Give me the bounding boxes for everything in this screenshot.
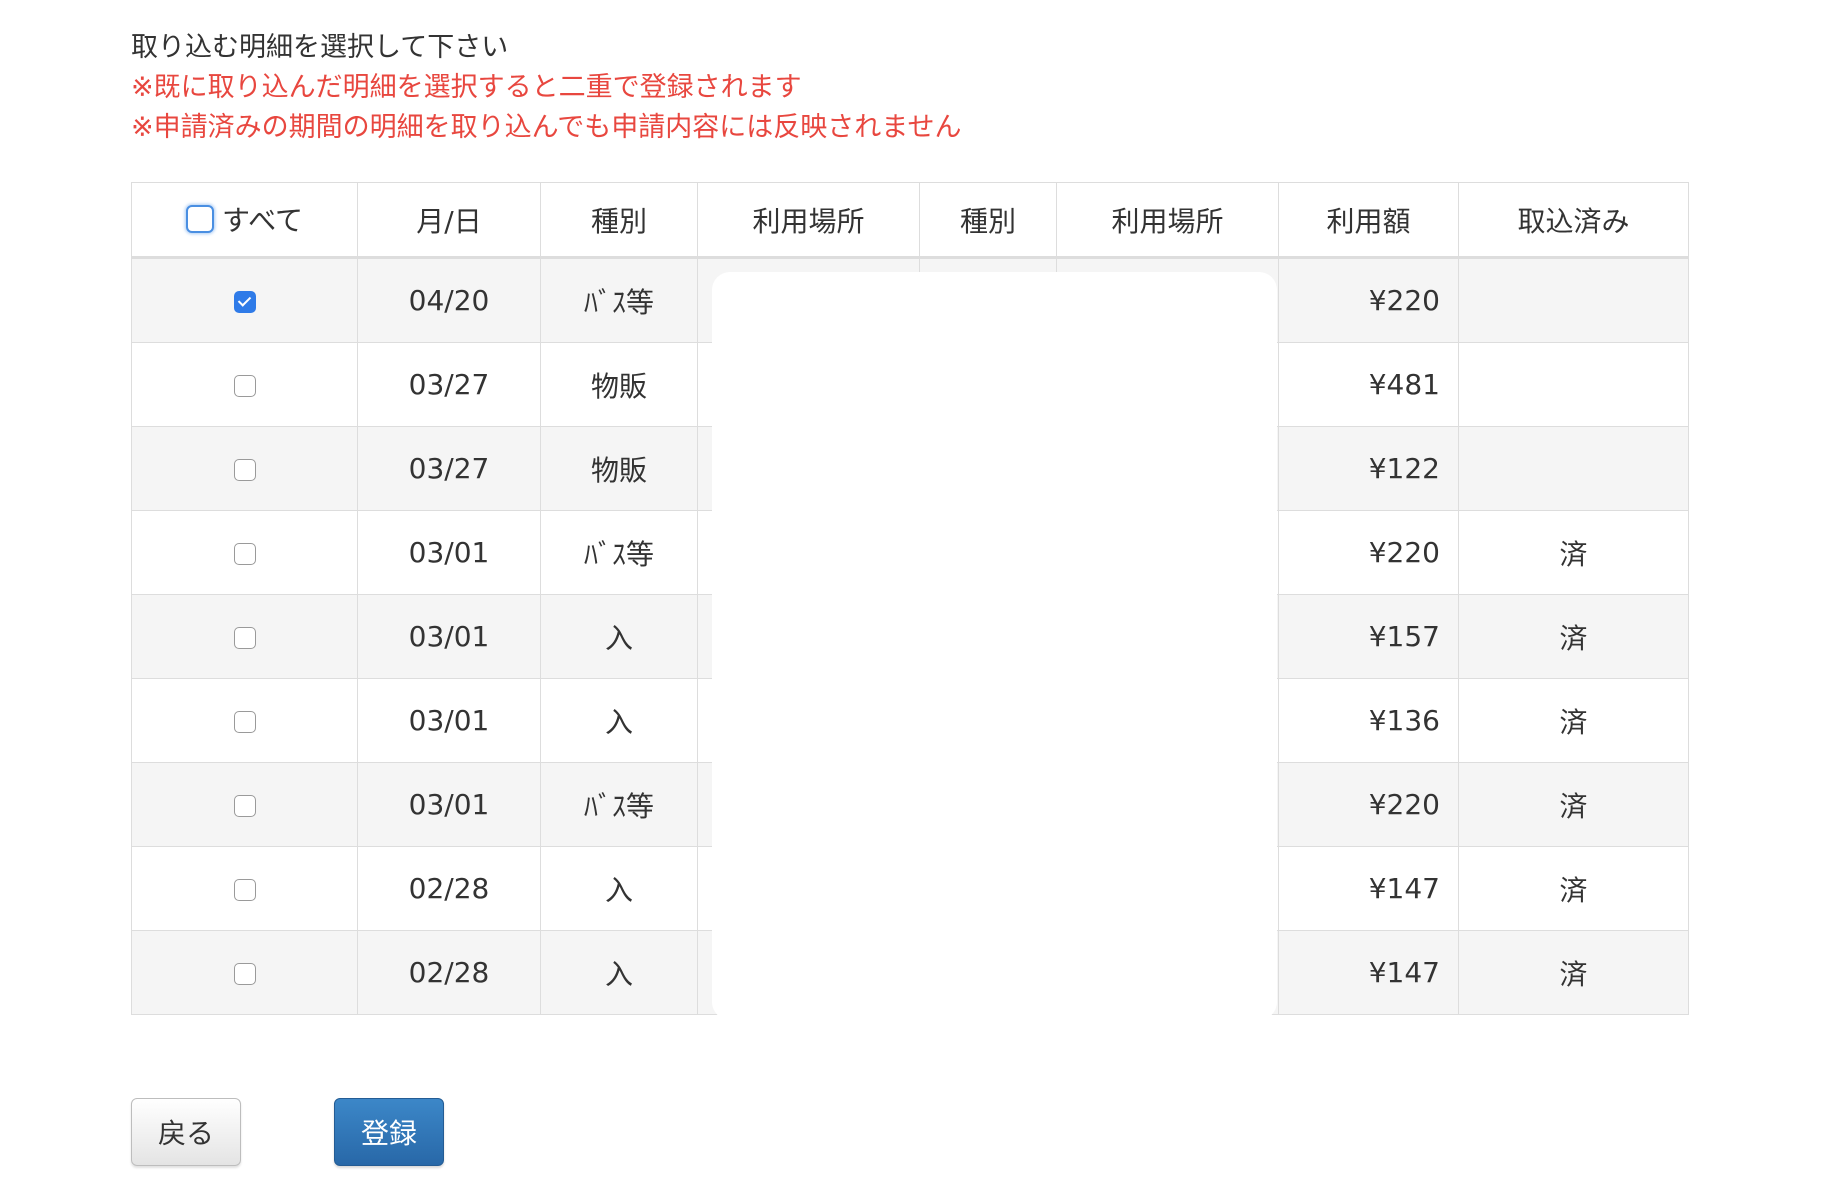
amount-cell: ¥157 <box>1278 594 1459 679</box>
instructions: 取り込む明細を選択して下さい ※既に取り込んだ明細を選択すると二重で登録されます… <box>131 28 961 148</box>
category-cell: 物販 <box>540 426 698 511</box>
row-checkbox[interactable] <box>233 963 256 985</box>
date-cell: 02/28 <box>357 930 541 1015</box>
date-cell: 04/20 <box>357 257 541 343</box>
row-checkbox[interactable] <box>233 375 256 397</box>
row-select-cell <box>131 342 358 427</box>
row-select-cell <box>131 426 358 511</box>
category-cell: 物販 <box>540 342 698 427</box>
amount-cell: ¥220 <box>1278 257 1459 343</box>
warning-applied-period-text: ※申請済みの期間の明細を取り込んでも申請内容には反映されません <box>131 112 962 143</box>
amount-cell: ¥220 <box>1278 510 1459 595</box>
row-checkbox[interactable] <box>233 711 256 733</box>
row-select-cell <box>131 930 358 1015</box>
back-button[interactable]: 戻る <box>131 1098 241 1166</box>
amount-cell: ¥122 <box>1278 426 1459 511</box>
imported-cell: 済 <box>1458 846 1689 931</box>
date-cell: 03/27 <box>357 426 541 511</box>
category-cell: ﾊﾞｽ等 <box>540 762 698 847</box>
row-checkbox[interactable] <box>233 291 256 313</box>
imported-cell: 済 <box>1458 930 1689 1015</box>
imported-column-header: 取込済み <box>1458 182 1689 259</box>
row-select-cell <box>131 678 358 763</box>
date-cell: 03/01 <box>357 678 541 763</box>
row-select-cell <box>131 510 358 595</box>
category-cell: 入 <box>540 930 698 1015</box>
select-all-control[interactable]: すべて <box>186 199 303 239</box>
amount-cell: ¥147 <box>1278 846 1459 931</box>
row-checkbox[interactable] <box>233 879 256 901</box>
imported-cell: 済 <box>1458 510 1689 595</box>
amount-cell: ¥136 <box>1278 678 1459 763</box>
imported-cell <box>1458 257 1689 343</box>
row-select-cell <box>131 257 358 343</box>
date-cell: 02/28 <box>357 846 541 931</box>
row-select-cell <box>131 846 358 931</box>
select-all-header: すべて <box>131 182 358 259</box>
register-button[interactable]: 登録 <box>334 1098 444 1166</box>
row-checkbox[interactable] <box>233 459 256 481</box>
date-cell: 03/27 <box>357 342 541 427</box>
date-cell: 03/01 <box>357 762 541 847</box>
category-cell: 入 <box>540 678 698 763</box>
amount-cell: ¥220 <box>1278 762 1459 847</box>
instruction-text: 取り込む明細を選択して下さい <box>131 32 509 63</box>
category-cell: ﾊﾞｽ等 <box>540 510 698 595</box>
row-select-cell <box>131 594 358 679</box>
category-cell: 入 <box>540 846 698 931</box>
category-cell: ﾊﾞｽ等 <box>540 257 698 343</box>
row-select-cell <box>131 762 358 847</box>
imported-cell <box>1458 426 1689 511</box>
row-checkbox[interactable] <box>233 543 256 565</box>
place-column-header: 利用場所 <box>697 182 920 259</box>
category-column-header: 種別 <box>540 182 698 259</box>
amount-cell: ¥481 <box>1278 342 1459 427</box>
category-cell: 入 <box>540 594 698 679</box>
date-cell: 03/01 <box>357 510 541 595</box>
imported-cell <box>1458 342 1689 427</box>
row-checkbox[interactable] <box>233 795 256 817</box>
category-2-column-header: 種別 <box>919 182 1057 259</box>
place-2-column-header: 利用場所 <box>1056 182 1279 259</box>
warning-duplicate-text: ※既に取り込んだ明細を選択すると二重で登録されます <box>131 72 802 103</box>
date-column-header: 月/日 <box>357 182 541 259</box>
amount-cell: ¥147 <box>1278 930 1459 1015</box>
redacted-area <box>712 272 1277 1020</box>
select-all-checkbox[interactable] <box>186 205 215 233</box>
imported-cell: 済 <box>1458 762 1689 847</box>
date-cell: 03/01 <box>357 594 541 679</box>
row-checkbox[interactable] <box>233 627 256 649</box>
amount-column-header: 利用額 <box>1278 182 1459 259</box>
table-header-row: すべて 月/日 種別 利用場所 種別 利用場所 利用額 取込済み <box>131 182 1689 259</box>
imported-cell: 済 <box>1458 678 1689 763</box>
imported-cell: 済 <box>1458 594 1689 679</box>
select-all-label: すべて <box>222 204 303 237</box>
